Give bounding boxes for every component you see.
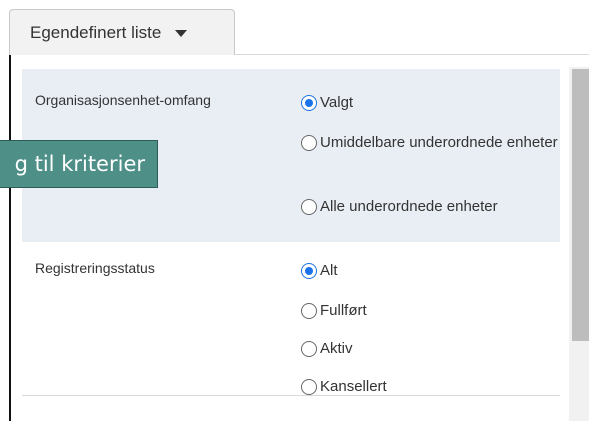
scrollbar-thumb[interactable] <box>572 69 589 341</box>
org-scope-option-immediate[interactable]: Umiddelbare underordnede enheter <box>301 132 565 154</box>
option-label: Aktiv <box>320 340 353 357</box>
radio-unchecked-icon[interactable] <box>301 199 317 215</box>
radio-unchecked-icon[interactable] <box>301 135 317 151</box>
caret-down-icon <box>175 30 188 37</box>
radio-checked-icon[interactable] <box>301 263 317 279</box>
status-option-all[interactable]: Alt <box>301 260 338 282</box>
registration-status-row: Registreringsstatus Alt Fullført Aktiv K… <box>22 242 560 395</box>
status-option-completed[interactable]: Fullført <box>301 300 367 322</box>
criteria-panel: Egendefinert liste Organisasjonsenhet-om… <box>0 0 589 421</box>
status-option-active[interactable]: Aktiv <box>301 338 353 360</box>
registration-status-label: Registreringsstatus <box>35 260 155 276</box>
dropdown-label: Egendefinert liste <box>30 22 162 42</box>
add-to-criteria-callout: g til kriterier <box>0 140 158 188</box>
org-scope-option-all[interactable]: Alle underordnede enheter <box>301 196 498 218</box>
option-label: Alle underordnede enheter <box>320 198 498 215</box>
radio-unchecked-icon[interactable] <box>301 379 317 395</box>
radio-unchecked-icon[interactable] <box>301 341 317 357</box>
radio-unchecked-icon[interactable] <box>301 303 317 319</box>
option-label: Valgt <box>320 94 354 111</box>
radio-checked-icon[interactable] <box>301 95 317 111</box>
option-label: Fullført <box>320 302 367 319</box>
option-label: Umiddelbare underordnede enheter <box>320 134 558 151</box>
panel-left-border <box>9 55 11 421</box>
org-scope-option-selected[interactable]: Valgt <box>301 92 353 114</box>
row-divider <box>22 395 560 396</box>
custom-list-dropdown[interactable]: Egendefinert liste <box>9 9 235 55</box>
org-scope-label: Organisasjonsenhet-omfang <box>35 92 211 108</box>
callout-text: g til kriterier <box>14 152 145 176</box>
option-label: Alt <box>320 262 338 279</box>
